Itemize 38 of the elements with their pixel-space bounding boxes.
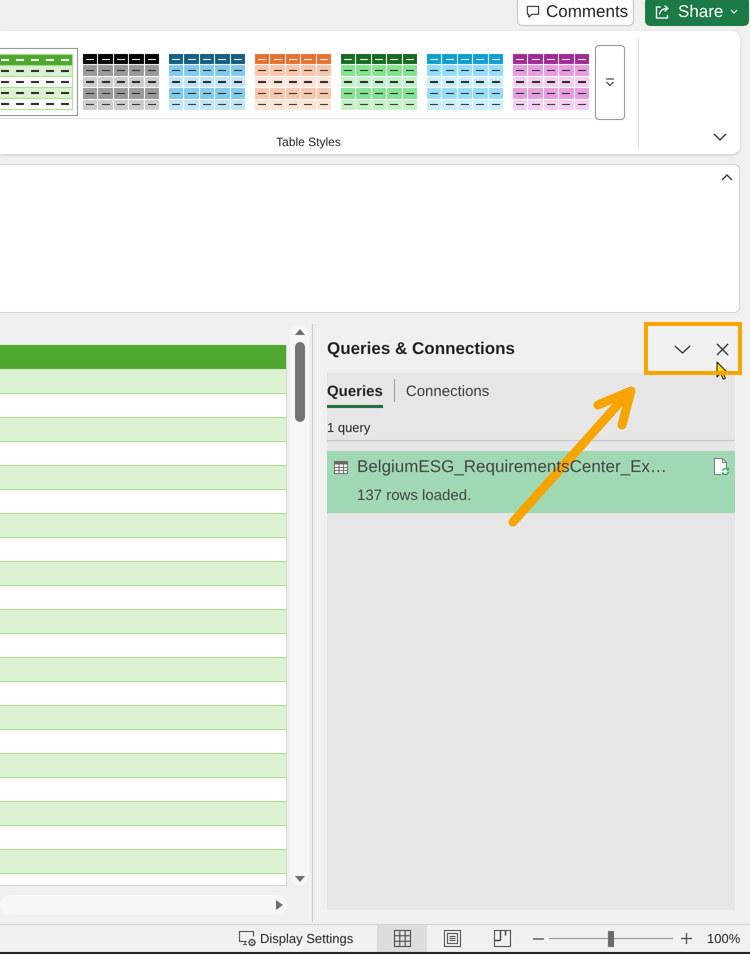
grid-icon bbox=[394, 930, 410, 947]
monitor-gear-icon bbox=[238, 930, 257, 947]
pane-tab[interactable]: Queries bbox=[327, 379, 383, 408]
table-icon bbox=[334, 460, 348, 474]
comment-icon bbox=[526, 4, 540, 18]
vertical-scrollbar[interactable] bbox=[290, 325, 309, 885]
dropdown-icon bbox=[605, 78, 615, 87]
table-style-option[interactable] bbox=[0, 48, 78, 116]
refresh-document-icon bbox=[713, 458, 730, 476]
minus-icon bbox=[532, 938, 544, 940]
display-settings-button[interactable]: Display Settings bbox=[236, 925, 354, 952]
scroll-right-icon[interactable] bbox=[276, 900, 283, 910]
pane-title: Queries & Connections bbox=[327, 339, 516, 359]
close-icon bbox=[716, 342, 728, 356]
slider-thumb[interactable] bbox=[608, 930, 614, 946]
pane-tab[interactable]: Connections bbox=[406, 379, 490, 408]
scrollbar-thumb[interactable] bbox=[294, 342, 304, 422]
horizontal-scrollbar[interactable] bbox=[0, 895, 287, 915]
view-button[interactable] bbox=[377, 925, 427, 952]
comments-button[interactable]: Comments bbox=[517, 0, 634, 26]
query-count: 1 query bbox=[327, 419, 370, 437]
page-icon bbox=[444, 930, 460, 947]
chevron-down-icon bbox=[674, 344, 690, 354]
scroll-down-icon[interactable] bbox=[294, 876, 304, 882]
caret-icon bbox=[730, 9, 738, 14]
plus-icon bbox=[680, 933, 692, 944]
query-status: 137 rows loaded. bbox=[357, 486, 472, 506]
chevron-up-icon bbox=[721, 174, 733, 180]
scroll-up-icon[interactable] bbox=[294, 329, 304, 335]
group-label: Table Styles bbox=[275, 134, 342, 150]
page-break-icon bbox=[494, 930, 510, 947]
zoom-level: 100% bbox=[707, 931, 740, 946]
share-button[interactable]: Share bbox=[645, 0, 749, 26]
formula-bar-field[interactable] bbox=[0, 164, 740, 313]
zoom-slider[interactable] bbox=[549, 930, 673, 946]
cursor-icon bbox=[716, 362, 728, 380]
share-icon bbox=[654, 4, 671, 20]
chevron-down-icon bbox=[713, 133, 727, 141]
